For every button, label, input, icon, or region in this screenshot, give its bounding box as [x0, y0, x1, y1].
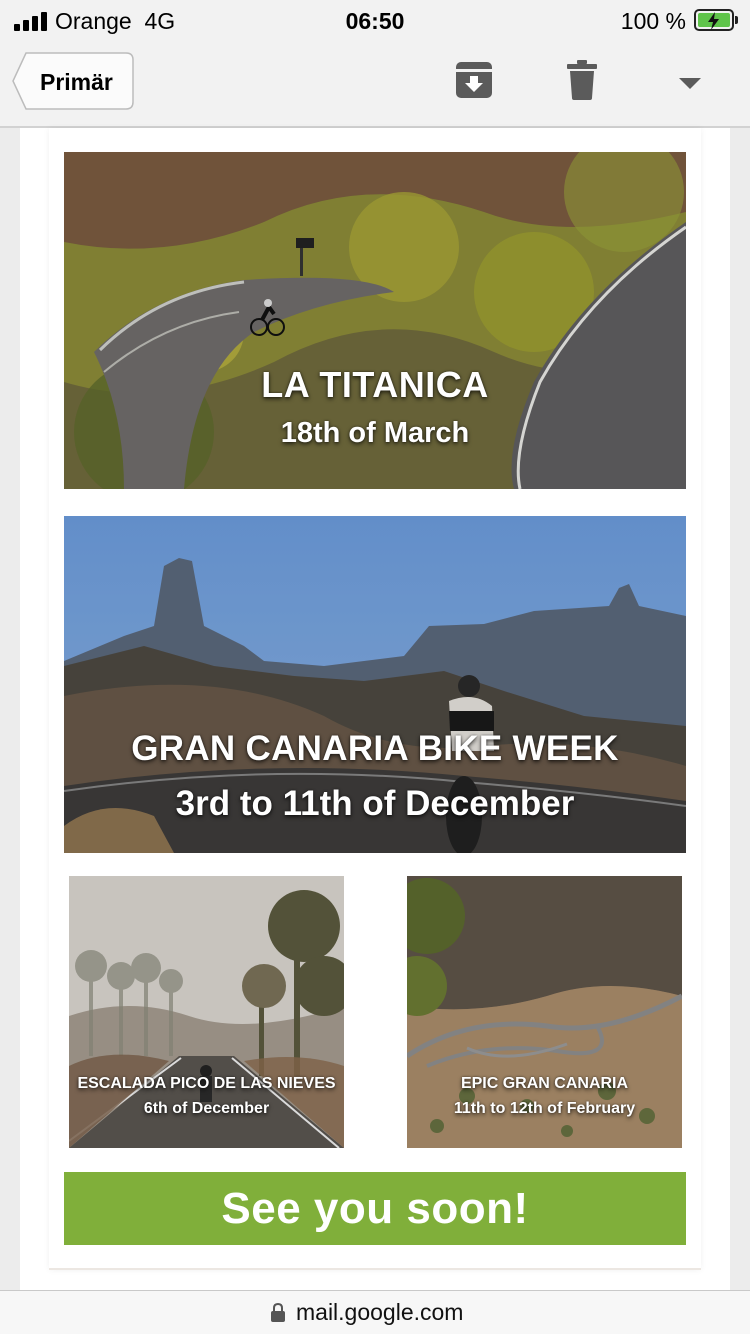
- banner-date: 18th of March: [280, 417, 470, 449]
- email-body: LA TITANICA 18th of March GRAN CANARIA B…: [20, 128, 730, 1290]
- charging-bolt-icon: [708, 12, 719, 30]
- banner-gran-canaria-bike-week[interactable]: GRAN CANARIA BIKE WEEK 3rd to 11th of De…: [64, 516, 686, 853]
- more-options-chevron-icon[interactable]: [679, 78, 701, 90]
- tile-title: ESCALADA PICO DE LAS NIEVES: [77, 1075, 336, 1092]
- address-bar[interactable]: mail.google.com: [0, 1290, 750, 1334]
- tile-title: EPIC GRAN CANARIA: [460, 1075, 629, 1092]
- battery-percentage: 100 %: [620, 8, 686, 34]
- back-button-label: Primär: [40, 69, 113, 95]
- status-bar: Orange 4G 06:50 100 %: [0, 0, 750, 42]
- battery-icon: [694, 9, 738, 31]
- tile-epic-gran-canaria[interactable]: EPIC GRAN CANARIA 11th to 12th of Februa…: [407, 876, 682, 1148]
- tile-date: 11th to 12th of February: [453, 1100, 636, 1117]
- url-text: mail.google.com: [296, 1299, 464, 1325]
- cta-label: See you soon!: [221, 1183, 529, 1233]
- back-button[interactable]: Primär: [12, 52, 134, 110]
- archive-icon[interactable]: [455, 61, 493, 99]
- banner-la-titanica[interactable]: LA TITANICA 18th of March: [64, 152, 686, 489]
- tile-escalada-pico-de-las-nieves[interactable]: ESCALADA PICO DE LAS NIEVES 6th of Decem…: [69, 876, 344, 1148]
- tile-date: 6th of December: [143, 1100, 270, 1117]
- see-you-soon-button[interactable]: See you soon!: [64, 1172, 686, 1245]
- banner-title: LA TITANICA: [261, 364, 489, 405]
- mail-toolbar: Primär: [0, 42, 750, 128]
- trash-icon[interactable]: [567, 60, 597, 100]
- banner-date: 3rd to 11th of December: [175, 784, 575, 823]
- lock-icon: [271, 1303, 285, 1322]
- banner-title: GRAN CANARIA BIKE WEEK: [131, 729, 619, 768]
